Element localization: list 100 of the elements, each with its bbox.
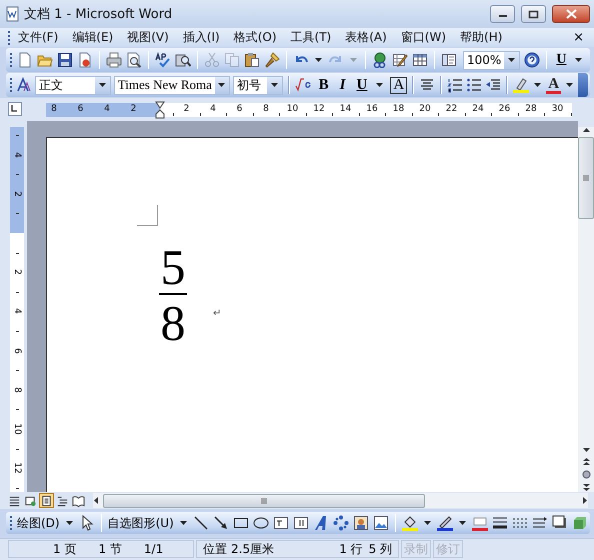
- ruler-number: 10: [286, 104, 298, 114]
- menu-item[interactable]: 文件(F): [11, 28, 66, 47]
- menu-item[interactable]: 表格(A): [338, 28, 394, 47]
- spelling-check-icon[interactable]: [155, 52, 171, 68]
- browse-object-icon[interactable]: [582, 470, 590, 479]
- ruler-number: 6: [11, 346, 23, 356]
- dropdown-caret-icon[interactable]: [98, 83, 106, 87]
- scroll-left-icon[interactable]: [93, 496, 99, 505]
- paragraph-mark: ↵: [213, 308, 222, 319]
- dropdown-caret-icon[interactable]: [376, 83, 384, 87]
- save-icon[interactable]: [57, 52, 73, 68]
- dropdown-caret-icon[interactable]: [270, 83, 278, 87]
- denominator: 8: [160, 298, 186, 346]
- maximize-button[interactable]: [521, 5, 546, 23]
- line-color-icon[interactable]: [436, 515, 453, 531]
- oval-icon[interactable]: [252, 515, 269, 531]
- picture-icon[interactable]: [372, 515, 389, 531]
- previous-page-icon[interactable]: [582, 457, 590, 466]
- menu-item[interactable]: 插入(I): [176, 28, 227, 47]
- table-icon[interactable]: [412, 52, 428, 68]
- scroll-right-icon[interactable]: [582, 496, 588, 505]
- ruler-number: 2: [11, 268, 23, 278]
- autoshapes-menu[interactable]: 自选图形(U): [108, 514, 174, 532]
- scroll-down-icon[interactable]: [582, 447, 590, 453]
- book-search-icon[interactable]: [175, 52, 191, 68]
- ruler-number: 2: [11, 190, 23, 199]
- shadow-style-icon[interactable]: [552, 515, 568, 531]
- reading-view-button[interactable]: [71, 493, 86, 508]
- rectangle-icon[interactable]: [232, 515, 249, 531]
- help-icon[interactable]: [524, 52, 540, 68]
- toolbar-grip-icon[interactable]: [8, 30, 11, 46]
- indent-marker-icon[interactable]: [155, 101, 165, 119]
- dropdown-caret-icon[interactable]: [458, 521, 466, 525]
- text-box-icon[interactable]: [272, 515, 289, 531]
- ruler-number: 18: [392, 104, 404, 114]
- menu-item[interactable]: 编辑(E): [65, 28, 120, 47]
- vertical-text-box-icon[interactable]: [292, 515, 309, 531]
- ruler-number: 20: [419, 104, 431, 114]
- tab-stop-selector[interactable]: [8, 102, 22, 116]
- line-style-icon[interactable]: [492, 515, 508, 531]
- document-map-icon[interactable]: [441, 52, 457, 68]
- brush-icon[interactable]: [264, 52, 280, 68]
- ruler-number: 8: [11, 386, 23, 395]
- font-color-icon[interactable]: [472, 515, 488, 531]
- dropdown-caret-icon[interactable]: [566, 83, 574, 87]
- dropdown-caret-icon[interactable]: [66, 521, 73, 525]
- ruler-number: 14: [340, 104, 352, 114]
- toolbar-grip-icon[interactable]: [10, 77, 13, 93]
- wordart-icon[interactable]: [312, 515, 329, 531]
- table-pencil-icon[interactable]: [392, 52, 408, 68]
- scroll-thumb[interactable]: [103, 494, 425, 508]
- close-document-button[interactable]: ×: [569, 30, 588, 45]
- font-field[interactable]: Times New Roma: [114, 76, 230, 94]
- print-layout-button[interactable]: [39, 493, 54, 508]
- toolbar-grip-icon[interactable]: [10, 52, 13, 68]
- bulleted-list-icon[interactable]: [466, 77, 482, 93]
- horizontal-scrollbar[interactable]: [93, 493, 588, 508]
- dropdown-caret-icon[interactable]: [315, 58, 322, 62]
- menu-item[interactable]: 帮助(H): [453, 28, 510, 47]
- scroll-thumb[interactable]: [578, 137, 594, 219]
- fill-color-icon[interactable]: [402, 515, 418, 531]
- menu-item[interactable]: 工具(T): [284, 28, 338, 47]
- minimize-button[interactable]: [490, 5, 515, 23]
- toolbar-grip-icon[interactable]: [10, 515, 13, 531]
- underline-button[interactable]: U: [553, 52, 570, 68]
- line-icon[interactable]: [192, 515, 209, 531]
- dropdown-caret-icon[interactable]: [534, 83, 542, 87]
- dropdown-caret-icon[interactable]: [218, 83, 226, 87]
- character-border-button[interactable]: A: [390, 76, 408, 94]
- highlighter-icon[interactable]: [513, 77, 530, 93]
- menu-item[interactable]: 格式(O): [226, 28, 284, 47]
- font-size-field[interactable]: 初号: [232, 76, 283, 94]
- bold-button[interactable]: B: [314, 76, 333, 94]
- scroll-up-icon[interactable]: [582, 127, 590, 133]
- new-document-icon[interactable]: [17, 52, 33, 68]
- italic-button[interactable]: I: [336, 76, 350, 94]
- zoom-field[interactable]: 100%: [463, 50, 520, 70]
- dropdown-caret-icon[interactable]: [508, 58, 516, 62]
- style-field[interactable]: 正文: [35, 76, 111, 94]
- close-button[interactable]: [552, 5, 590, 23]
- underline-button[interactable]: U: [352, 76, 372, 94]
- draw-menu[interactable]: 绘图(D): [17, 514, 60, 532]
- paste-icon[interactable]: [244, 52, 260, 68]
- dropdown-caret-icon[interactable]: [180, 521, 187, 525]
- font-color-button[interactable]: A: [546, 76, 562, 94]
- globe-link-icon[interactable]: [372, 52, 388, 68]
- clip-art-icon[interactable]: [352, 515, 369, 531]
- dropdown-caret-icon[interactable]: [575, 58, 582, 62]
- arrow-icon[interactable]: [212, 515, 229, 531]
- printer-icon[interactable]: [106, 52, 122, 68]
- diagram-icon[interactable]: [332, 515, 349, 531]
- equation-icon[interactable]: [294, 77, 312, 93]
- vertical-scrollbar[interactable]: [578, 127, 594, 492]
- dropdown-caret-icon[interactable]: [424, 521, 431, 525]
- numbered-list-icon[interactable]: [447, 77, 464, 93]
- menu-item[interactable]: 视图(V): [120, 28, 176, 47]
- styles-icon[interactable]: [16, 77, 32, 93]
- menu-item[interactable]: 窗口(W): [394, 28, 454, 47]
- print-preview-icon[interactable]: [126, 52, 142, 68]
- ruler-number: 8: [50, 104, 58, 114]
